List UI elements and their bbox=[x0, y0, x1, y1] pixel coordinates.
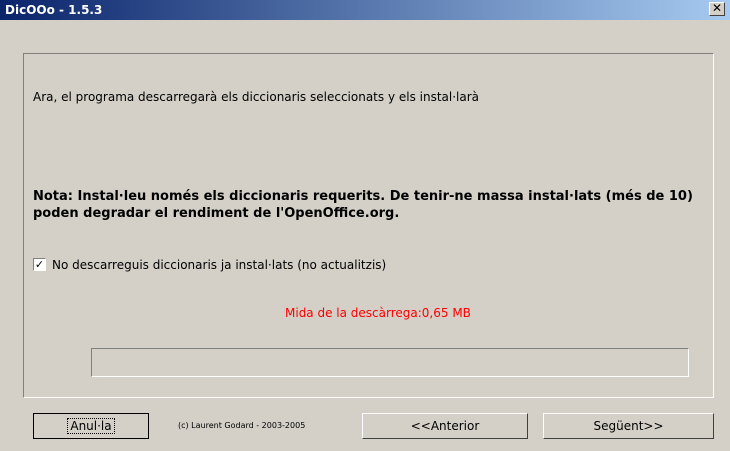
next-button[interactable]: Següent>> bbox=[543, 413, 714, 439]
cancel-button[interactable]: Anul·la bbox=[33, 413, 149, 439]
content-panel bbox=[23, 53, 714, 398]
previous-button[interactable]: <<Anterior bbox=[362, 413, 528, 439]
skip-installed-label[interactable]: No descarreguis diccionaris ja instal·la… bbox=[52, 258, 386, 272]
skip-installed-checkbox[interactable]: ✓ bbox=[33, 258, 46, 271]
window-title: DicOOo - 1.5.3 bbox=[5, 3, 103, 17]
previous-button-label: <<Anterior bbox=[410, 419, 480, 433]
download-progress-bar bbox=[91, 348, 689, 377]
copyright-text: (c) Laurent Godard - 2003-2005 bbox=[178, 421, 306, 430]
cancel-button-label: Anul·la bbox=[67, 418, 115, 434]
close-icon: ✕ bbox=[711, 1, 723, 15]
note-text: Nota: Instal·leu només els diccionaris r… bbox=[33, 189, 693, 221]
download-size-text: Mida de la descàrrega:0,65 MB bbox=[285, 306, 471, 320]
title-bar: DicOOo - 1.5.3 ✕ bbox=[0, 0, 730, 20]
checkmark-icon: ✓ bbox=[34, 258, 45, 271]
close-button[interactable]: ✕ bbox=[709, 2, 725, 16]
next-button-label: Següent>> bbox=[593, 419, 664, 433]
intro-text: Ara, el programa descarregarà els diccio… bbox=[33, 90, 480, 104]
